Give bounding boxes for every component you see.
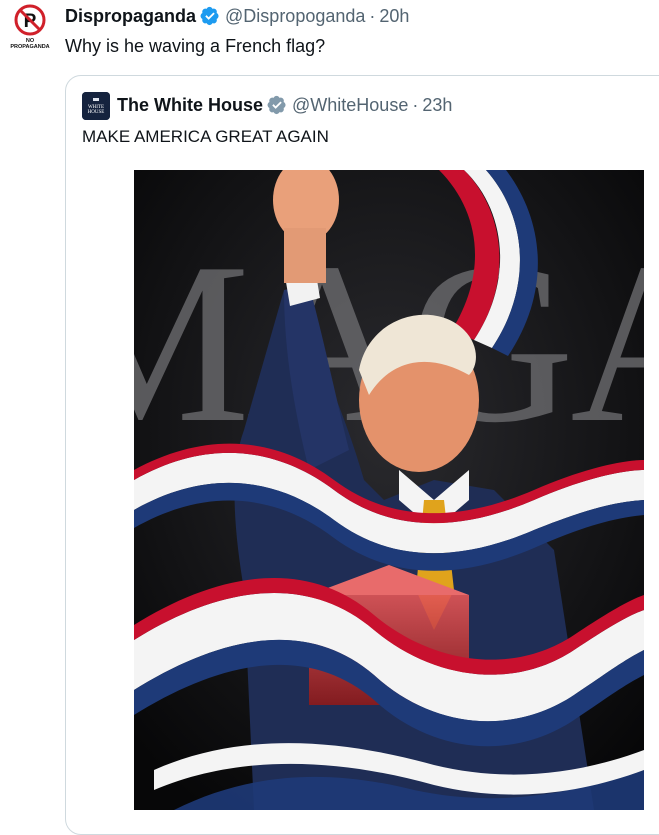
user-handle[interactable]: @Dispropoganda [225,6,365,27]
quote-handle[interactable]: @WhiteHouse [292,95,408,116]
quote-timestamp[interactable]: 23h [422,95,452,116]
maga-poster-image[interactable]: MAGA [134,170,644,810]
tweet-text: Why is he waving a French flag? [65,36,326,56]
poster-artwork: MAGA [134,170,644,810]
quote-separator-dot: · [412,94,419,115]
quoted-tweet[interactable]: WHITE HOUSE The White House @WhiteHouse … [65,75,659,835]
white-house-logo-icon: WHITE HOUSE [82,92,110,120]
user-avatar[interactable]: P NO PROPAGANDA [10,4,50,50]
display-name[interactable]: Dispropaganda [65,6,196,27]
separator-dot: · [369,5,376,26]
quote-display-name[interactable]: The White House [117,95,263,116]
no-propaganda-logo-icon: P NO PROPAGANDA [10,4,50,50]
tweet[interactable]: P NO PROPAGANDA Dispropaganda @Dispropog… [0,0,659,835]
verified-gray-badge-icon[interactable] [267,95,287,115]
quote-avatar[interactable]: WHITE HOUSE [82,92,110,120]
svg-text:PROPAGANDA: PROPAGANDA [10,44,49,48]
quote-text: MAKE AMERICA GREAT AGAIN [82,127,329,146]
quote-header: The White House @WhiteHouse · 23h [117,92,452,118]
tweet-header: Dispropaganda @Dispropoganda · 20h [65,4,409,28]
verified-badge-icon[interactable] [200,6,220,26]
tweet-timestamp[interactable]: 20h [379,6,409,27]
svg-text:HOUSE: HOUSE [88,110,105,115]
